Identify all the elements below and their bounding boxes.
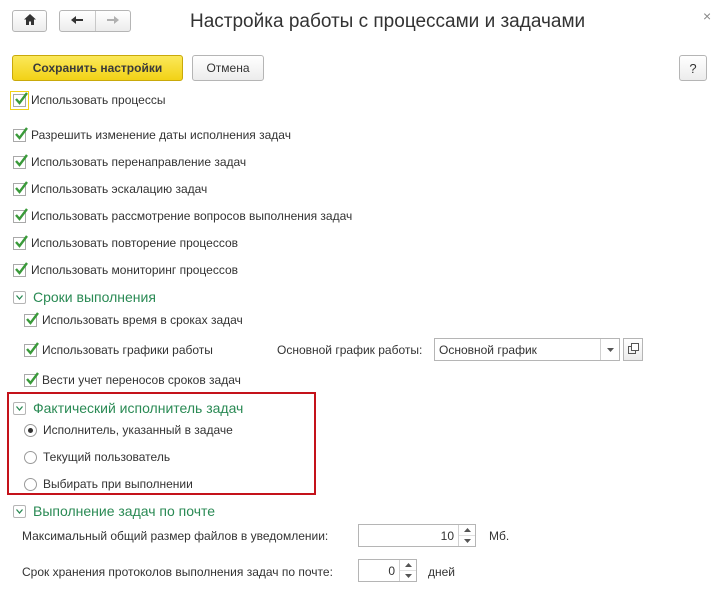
- chevron-down-icon: [404, 574, 412, 578]
- retention-input[interactable]: 0: [358, 559, 417, 582]
- executor-option-current-user[interactable]: Текущий пользователь: [24, 448, 170, 466]
- executor-group-title: Фактический исполнитель задач: [33, 400, 244, 416]
- max-size-value: 10: [440, 528, 454, 543]
- option-use-redirection[interactable]: Использовать перенаправление задач: [13, 153, 246, 171]
- option-label: Использовать эскалацию задач: [31, 182, 208, 196]
- radio-button[interactable]: [24, 423, 37, 437]
- option-allow-date-change[interactable]: Разрешить изменение даты исполнения зада…: [13, 126, 291, 144]
- option-use-time[interactable]: Использовать время в сроках задач: [24, 311, 243, 329]
- dropdown-button[interactable]: [600, 339, 619, 360]
- option-use-process-monitoring[interactable]: Использовать мониторинг процессов: [13, 261, 238, 279]
- radio-button[interactable]: [24, 450, 37, 464]
- option-label: Вести учет переносов сроков задач: [42, 373, 241, 387]
- open-window-icon: [627, 342, 639, 357]
- checkbox[interactable]: [13, 261, 28, 277]
- chevron-down-icon: [606, 347, 614, 352]
- checkbox[interactable]: [13, 234, 28, 250]
- home-button[interactable]: [12, 10, 47, 32]
- use-processes-label: Использовать процессы: [31, 93, 166, 107]
- radio-button[interactable]: [24, 477, 37, 491]
- option-label: Использовать рассмотрение вопросов выпол…: [31, 209, 353, 223]
- option-use-process-repeat[interactable]: Использовать повторение процессов: [13, 234, 238, 252]
- chevron-down-icon[interactable]: [13, 290, 26, 304]
- retention-value: 0: [388, 563, 395, 578]
- checkbox[interactable]: [24, 341, 39, 357]
- radio-label: Текущий пользователь: [43, 450, 171, 464]
- main-schedule-value: Основной график: [439, 342, 537, 357]
- open-schedule-button[interactable]: [623, 338, 643, 361]
- chevron-up-icon: [463, 528, 471, 532]
- executor-group-header[interactable]: Фактический исполнитель задач: [13, 399, 243, 417]
- retention-label: Срок хранения протоколов выполнения зада…: [22, 565, 333, 579]
- checkbox[interactable]: [13, 180, 28, 196]
- decrement-button[interactable]: [400, 571, 416, 581]
- max-size-input[interactable]: 10: [358, 524, 476, 547]
- main-schedule-label: Основной график работы:: [277, 343, 423, 357]
- chevron-up-icon: [404, 563, 412, 567]
- arrow-left-icon: [70, 14, 84, 28]
- checkbox[interactable]: [24, 311, 39, 327]
- checkbox[interactable]: [13, 207, 28, 223]
- option-use-escalation[interactable]: Использовать эскалацию задач: [13, 180, 207, 198]
- back-button[interactable]: [60, 11, 96, 31]
- use-processes-option[interactable]: Использовать процессы: [10, 90, 166, 110]
- checkbox[interactable]: [13, 126, 28, 142]
- home-icon: [23, 13, 37, 29]
- save-settings-button[interactable]: Сохранить настройки: [12, 55, 183, 81]
- chevron-down-icon[interactable]: [13, 401, 26, 415]
- deadlines-group-header[interactable]: Сроки выполнения: [13, 288, 156, 306]
- option-label: Разрешить изменение даты исполнения зада…: [31, 128, 291, 142]
- use-processes-checkbox[interactable]: [10, 90, 29, 110]
- cancel-button[interactable]: Отмена: [192, 55, 264, 81]
- mail-group-title: Выполнение задач по почте: [33, 503, 216, 519]
- checkbox[interactable]: [13, 153, 28, 169]
- forward-button[interactable]: [96, 11, 131, 31]
- window-title: Настройка работы с процессами и задачами: [190, 11, 586, 32]
- option-label: Использовать графики работы: [42, 343, 213, 357]
- chevron-down-icon[interactable]: [13, 504, 26, 518]
- executor-option-choose[interactable]: Выбирать при выполнении: [24, 475, 193, 493]
- help-button[interactable]: ?: [679, 55, 707, 81]
- main-schedule-select[interactable]: Основной график: [434, 338, 620, 361]
- mail-group-header[interactable]: Выполнение задач по почте: [13, 502, 215, 520]
- radio-label: Выбирать при выполнении: [43, 477, 193, 491]
- option-use-schedules[interactable]: Использовать графики работы: [24, 341, 213, 359]
- retention-stepper[interactable]: [399, 560, 416, 581]
- increment-button[interactable]: [400, 560, 416, 571]
- max-size-stepper[interactable]: [458, 525, 475, 546]
- arrow-right-icon: [106, 14, 120, 28]
- decrement-button[interactable]: [459, 536, 475, 546]
- option-use-issue-review[interactable]: Использовать рассмотрение вопросов выпол…: [13, 207, 352, 225]
- checkbox[interactable]: [24, 371, 39, 387]
- chevron-down-icon: [463, 539, 471, 543]
- executor-option-assigned[interactable]: Исполнитель, указанный в задаче: [24, 421, 233, 439]
- deadlines-group-title: Сроки выполнения: [33, 289, 156, 305]
- option-label: Использовать время в сроках задач: [42, 313, 243, 327]
- close-icon[interactable]: ×: [703, 8, 711, 24]
- option-track-transfers[interactable]: Вести учет переносов сроков задач: [24, 371, 241, 389]
- max-size-label: Максимальный общий размер файлов в уведо…: [22, 529, 329, 543]
- max-size-unit: Мб.: [489, 529, 510, 543]
- radio-label: Исполнитель, указанный в задаче: [43, 423, 233, 437]
- option-label: Использовать мониторинг процессов: [31, 263, 239, 277]
- increment-button[interactable]: [459, 525, 475, 536]
- nav-history-group: [59, 10, 131, 32]
- retention-unit: дней: [428, 565, 456, 579]
- option-label: Использовать повторение процессов: [31, 236, 239, 250]
- option-label: Использовать перенаправление задач: [31, 155, 247, 169]
